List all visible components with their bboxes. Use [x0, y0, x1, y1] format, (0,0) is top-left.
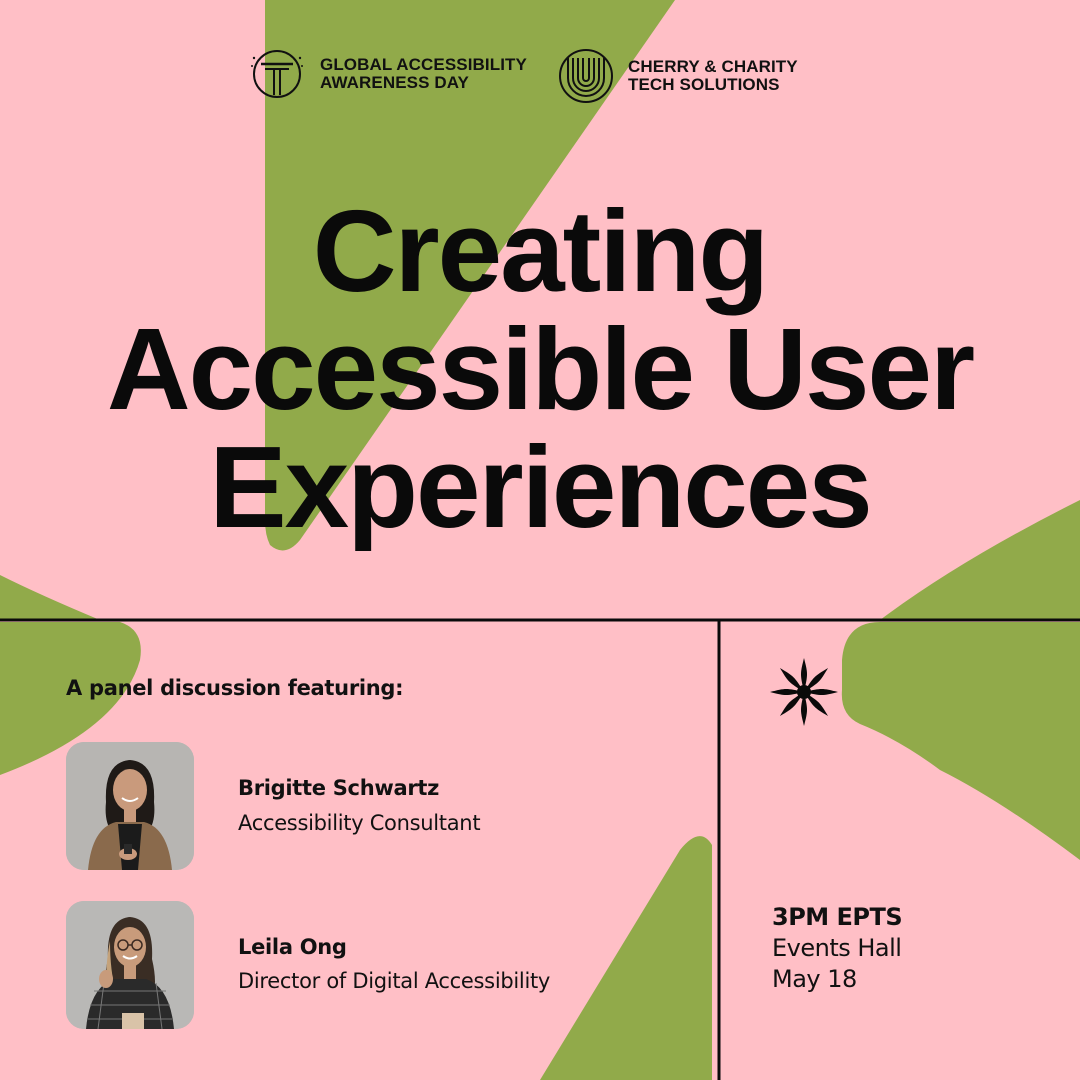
- speaker-avatar: [66, 901, 194, 1029]
- event-details: 3PM EPTS Events Hall May 18: [772, 902, 903, 995]
- event-location: Events Hall: [772, 934, 902, 962]
- speaker-photo-leila: [66, 901, 194, 1029]
- logo-line-2: AWARENESS DAY: [320, 73, 469, 92]
- speaker-name: Brigitte Schwartz: [238, 776, 440, 800]
- event-title: Creating Accessible User Experiences: [0, 192, 1080, 546]
- title-line-1: Creating: [312, 186, 770, 316]
- title-line-3: Experiences: [209, 422, 873, 552]
- speaker-name: Leila Ong: [238, 935, 347, 959]
- logo-cherry-charity: CHERRY & CHARITY TECH SOLUTIONS: [558, 48, 798, 104]
- concentric-u-icon: [559, 49, 613, 103]
- panel-intro: A panel discussion featuring:: [66, 676, 404, 700]
- speaker-avatar: [66, 742, 194, 870]
- logo-global-accessibility: GLOBAL ACCESSIBILITY AWARENESS DAY: [248, 48, 527, 100]
- logo-line-2: TECH SOLUTIONS: [628, 75, 780, 94]
- logo-line-1: CHERRY & CHARITY: [628, 57, 798, 76]
- logo-line-1: GLOBAL ACCESSIBILITY: [320, 55, 527, 74]
- logo-global-accessibility-text: GLOBAL ACCESSIBILITY AWARENESS DAY: [320, 56, 527, 92]
- title-line-2: Accessible User: [106, 304, 975, 434]
- speaker-role: Director of Digital Accessibility: [238, 969, 551, 993]
- event-time: 3PM EPTS: [772, 903, 903, 931]
- event-poster: GLOBAL ACCESSIBILITY AWARENESS DAY CHERR…: [0, 0, 1080, 1080]
- speaker-photo-brigitte: [66, 742, 194, 870]
- event-date: May 18: [772, 965, 857, 993]
- column-pillar-icon: [251, 50, 303, 98]
- speaker-role: Accessibility Consultant: [238, 811, 481, 835]
- logo-cherry-charity-text: CHERRY & CHARITY TECH SOLUTIONS: [628, 58, 798, 94]
- eight-point-star-icon: [770, 658, 838, 726]
